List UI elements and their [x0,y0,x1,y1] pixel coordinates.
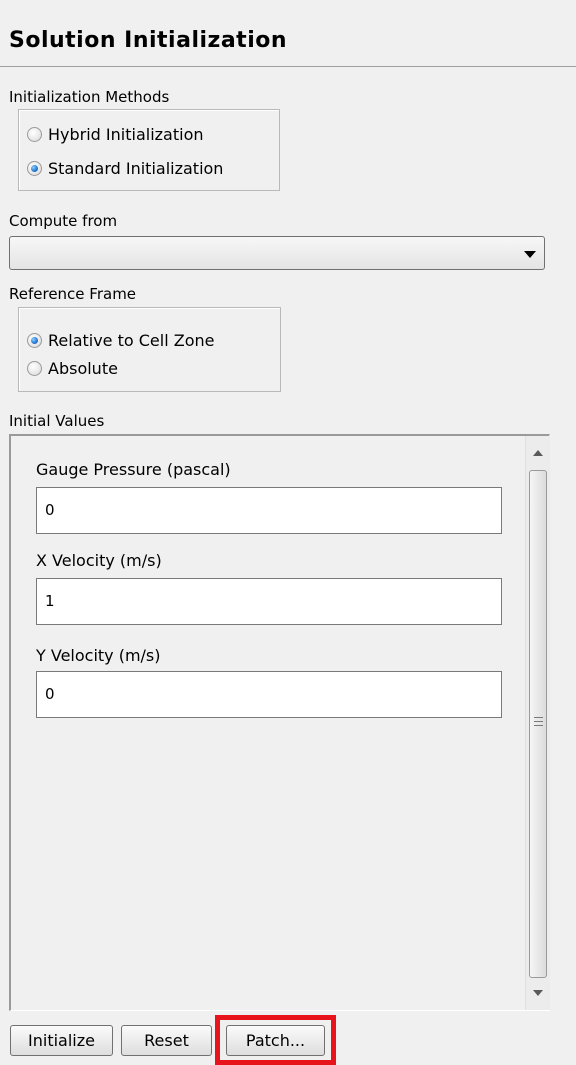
reference-frame-label: Reference Frame [9,285,137,303]
x-velocity-label: X Velocity (m/s) [36,551,162,570]
chevron-down-icon [524,251,536,258]
y-velocity-label: Y Velocity (m/s) [36,646,161,665]
radio-unchecked-icon [27,361,42,376]
x-velocity-input[interactable] [36,578,502,625]
grip-line-icon [534,717,543,718]
radio-absolute[interactable]: Absolute [27,359,118,378]
scrollbar-thumb[interactable] [529,470,547,978]
grip-line-icon [534,725,543,726]
gauge-pressure-input[interactable] [36,487,502,534]
radio-relative-to-cell-zone[interactable]: Relative to Cell Zone [27,331,214,350]
compute-from-dropdown[interactable] [9,236,545,270]
radio-checked-icon [27,161,42,176]
init-methods-label: Initialization Methods [9,88,170,106]
compute-from-label: Compute from [9,212,118,230]
scroll-up-button[interactable] [526,440,550,466]
title-divider [0,66,576,67]
gauge-pressure-label: Gauge Pressure (pascal) [36,460,231,479]
grip-line-icon [534,721,543,722]
scroll-down-button[interactable] [526,980,550,1006]
y-velocity-input[interactable] [36,671,502,718]
initialize-button[interactable]: Initialize [10,1025,113,1056]
patch-highlight-box [215,1015,336,1065]
arrow-down-icon [533,990,543,996]
radio-checked-icon [27,333,42,348]
initial-values-label: Initial Values [9,412,105,430]
reset-button[interactable]: Reset [121,1025,212,1056]
radio-absolute-label: Absolute [48,359,118,378]
radio-hybrid-label: Hybrid Initialization [48,125,204,144]
radio-standard-initialization[interactable]: Standard Initialization [27,159,223,178]
radio-unchecked-icon [27,127,42,142]
radio-relative-label: Relative to Cell Zone [48,331,215,350]
init-methods-group [18,109,280,191]
radio-hybrid-initialization[interactable]: Hybrid Initialization [27,125,204,144]
panel-title: Solution Initialization [9,28,288,53]
arrow-up-icon [533,450,543,456]
vertical-scrollbar[interactable] [525,436,550,1010]
radio-standard-label: Standard Initialization [48,159,224,178]
